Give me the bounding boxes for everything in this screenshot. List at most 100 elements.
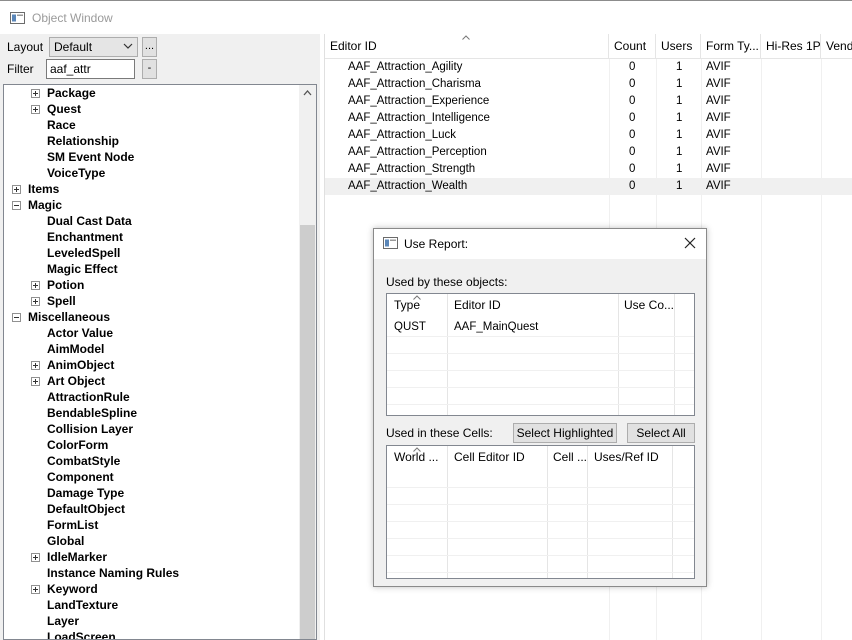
- expand-icon[interactable]: [31, 585, 40, 594]
- table-row[interactable]: AAF_Attraction_Agility 0 1 AVIF: [325, 59, 852, 76]
- tree-scrollbar[interactable]: [299, 85, 316, 639]
- tree-item[interactable]: Package: [4, 85, 300, 101]
- table-row[interactable]: AAF_Attraction_Experience 0 1 AVIF: [325, 93, 852, 110]
- col-vend[interactable]: Vend: [821, 34, 852, 59]
- col-hires-1p[interactable]: Hi-Res 1P: [761, 34, 821, 59]
- scroll-up-icon[interactable]: [299, 85, 316, 102]
- row-count: 0: [629, 61, 636, 73]
- tree-scroll-thumb[interactable]: [300, 225, 315, 639]
- tree-item[interactable]: AimModel: [4, 341, 300, 357]
- tree-item[interactable]: Global: [4, 533, 300, 549]
- expand-icon[interactable]: [31, 377, 40, 386]
- row-users: 1: [676, 78, 683, 90]
- grid-col-divider: [447, 294, 448, 415]
- tree-item[interactable]: Dual Cast Data: [4, 213, 300, 229]
- tree-item[interactable]: Items: [4, 181, 300, 197]
- table-row[interactable]: AAF_Attraction_Perception 0 1 AVIF: [325, 144, 852, 161]
- tree-item[interactable]: BendableSpline: [4, 405, 300, 421]
- tree-item[interactable]: Collision Layer: [4, 421, 300, 437]
- tree-item-label: LoadScreen: [47, 630, 116, 640]
- cells-col-uses-ref[interactable]: Uses/Ref ID: [594, 450, 659, 464]
- expand-icon[interactable]: [31, 281, 40, 290]
- list-header: Editor ID Count Users Form Ty... Hi-Res …: [325, 34, 852, 59]
- select-highlighted-button[interactable]: Select Highlighted: [513, 423, 617, 443]
- tree-item-label: AnimObject: [47, 358, 115, 372]
- tree-item[interactable]: Race: [4, 117, 300, 133]
- cells-grid[interactable]: World ... Cell Editor ID Cell ... Uses/R…: [386, 445, 695, 579]
- row-editor-id: AAF_Attraction_Experience: [348, 95, 490, 107]
- tree-item-label: LeveledSpell: [47, 246, 121, 260]
- layout-select[interactable]: Default: [49, 37, 138, 57]
- tree-item[interactable]: Damage Type: [4, 485, 300, 501]
- tree-item-label: FormList: [47, 518, 99, 532]
- tree-item[interactable]: LandTexture: [4, 597, 300, 613]
- tree-item[interactable]: DefaultObject: [4, 501, 300, 517]
- used-by-col-use-count[interactable]: Use Co...: [624, 298, 674, 312]
- collapse-icon[interactable]: [12, 313, 21, 322]
- tree-item[interactable]: Miscellaneous: [4, 309, 300, 325]
- row-users: 1: [676, 180, 683, 192]
- tree-item[interactable]: Layer: [4, 613, 300, 629]
- tree-item[interactable]: Keyword: [4, 581, 300, 597]
- grid-col-divider: [587, 446, 588, 578]
- tree-item[interactable]: LeveledSpell: [4, 245, 300, 261]
- object-tree[interactable]: Package Quest Race Relationship SM Event Nod…: [3, 84, 317, 640]
- grid-row-line: [387, 538, 694, 539]
- expand-icon[interactable]: [12, 185, 21, 194]
- tree-item[interactable]: Potion: [4, 277, 300, 293]
- expand-icon[interactable]: [31, 361, 40, 370]
- tree-item[interactable]: Spell: [4, 293, 300, 309]
- tree-item[interactable]: Art Object: [4, 373, 300, 389]
- expand-icon[interactable]: [31, 105, 40, 114]
- tree-item[interactable]: AttractionRule: [4, 389, 300, 405]
- tree-item[interactable]: SM Event Node: [4, 149, 300, 165]
- cells-col-cell[interactable]: Cell ...: [553, 450, 587, 464]
- used-by-col-editor-id[interactable]: Editor ID: [454, 298, 501, 312]
- tree-item[interactable]: Magic: [4, 197, 300, 213]
- tree-item-label: AttractionRule: [47, 390, 130, 404]
- grid-col-divider: [547, 446, 548, 578]
- col-users[interactable]: Users: [656, 34, 701, 59]
- filter-clear-button[interactable]: -: [142, 59, 157, 79]
- tree-item-label: Items: [28, 182, 60, 196]
- tree-item[interactable]: LoadScreen: [4, 629, 300, 640]
- select-all-button[interactable]: Select All: [627, 423, 695, 443]
- table-row[interactable]: AAF_Attraction_Charisma 0 1 AVIF: [325, 76, 852, 93]
- tree-item[interactable]: Relationship: [4, 133, 300, 149]
- tree-item[interactable]: VoiceType: [4, 165, 300, 181]
- table-row[interactable]: AAF_Attraction_Luck 0 1 AVIF: [325, 127, 852, 144]
- expand-icon[interactable]: [31, 553, 40, 562]
- table-row[interactable]: AAF_Attraction_Strength 0 1 AVIF: [325, 161, 852, 178]
- tree-item[interactable]: Quest: [4, 101, 300, 117]
- used-by-col-type[interactable]: Type: [394, 298, 420, 312]
- layout-more-button[interactable]: ...: [142, 37, 157, 57]
- close-icon[interactable]: [682, 235, 698, 251]
- used-by-grid[interactable]: Type Editor ID Use Co... QUST AAF_MainQu…: [386, 293, 695, 416]
- expand-icon[interactable]: [31, 89, 40, 98]
- filter-input[interactable]: aaf_attr: [46, 59, 135, 79]
- tree-item-label: Magic: [28, 198, 63, 212]
- tree-item[interactable]: FormList: [4, 517, 300, 533]
- used-by-editor-id-cell: AAF_MainQuest: [454, 321, 539, 333]
- tree-item[interactable]: ColorForm: [4, 437, 300, 453]
- tree-item[interactable]: Enchantment: [4, 229, 300, 245]
- tree-item-label: Potion: [47, 278, 85, 292]
- collapse-icon[interactable]: [12, 201, 21, 210]
- tree-item[interactable]: Component: [4, 469, 300, 485]
- col-count[interactable]: Count: [609, 34, 656, 59]
- tree-item[interactable]: CombatStyle: [4, 453, 300, 469]
- cells-col-editor-id[interactable]: Cell Editor ID: [454, 450, 525, 464]
- table-row[interactable]: QUST AAF_MainQuest: [387, 320, 694, 336]
- tree-item-label: Package: [47, 86, 96, 100]
- table-row[interactable]: AAF_Attraction_Wealth 0 1 AVIF: [325, 178, 852, 195]
- col-form-type[interactable]: Form Ty...: [701, 34, 761, 59]
- table-row[interactable]: AAF_Attraction_Intelligence 0 1 AVIF: [325, 110, 852, 127]
- grid-row-line: [387, 572, 694, 573]
- cells-col-world[interactable]: World ...: [394, 450, 439, 464]
- expand-icon[interactable]: [31, 297, 40, 306]
- tree-item[interactable]: IdleMarker: [4, 549, 300, 565]
- tree-item[interactable]: Instance Naming Rules: [4, 565, 300, 581]
- tree-item[interactable]: Actor Value: [4, 325, 300, 341]
- tree-item[interactable]: AnimObject: [4, 357, 300, 373]
- tree-item[interactable]: Magic Effect: [4, 261, 300, 277]
